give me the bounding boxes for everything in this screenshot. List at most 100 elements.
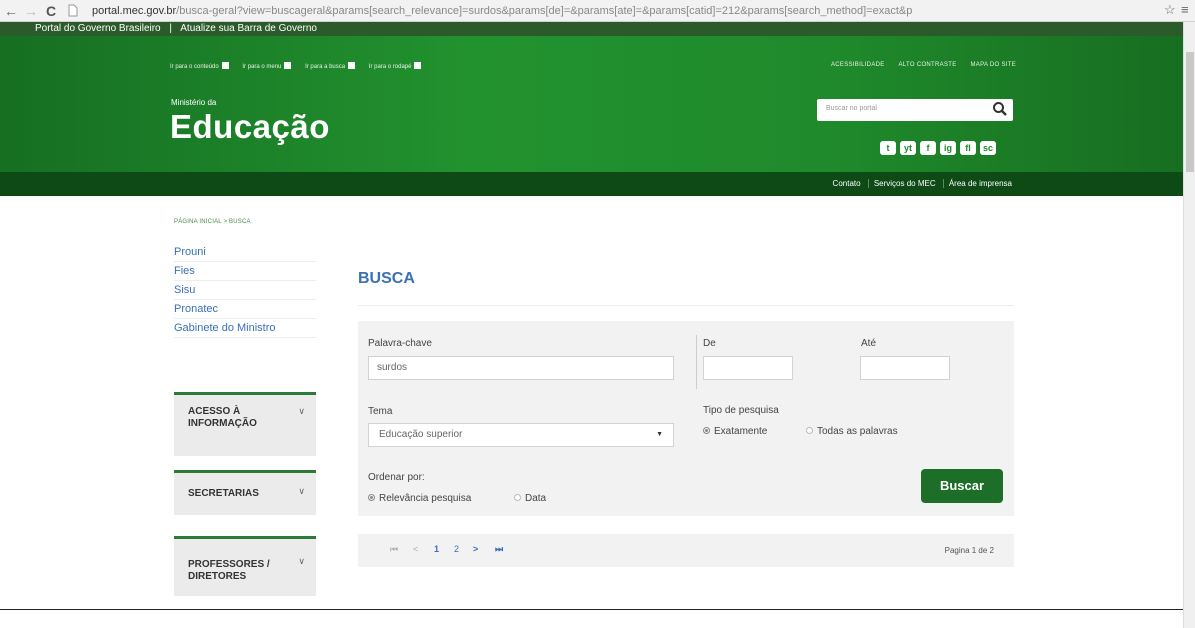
last-page-icon[interactable]: ⏭ — [495, 544, 503, 555]
gov-portal-link[interactable]: Portal do Governo Brasileiro — [35, 23, 161, 34]
first-page-icon[interactable]: ⏮ — [390, 544, 398, 555]
url-host: portal.mec.gov.br — [92, 5, 177, 17]
menu-icon[interactable]: ≡ — [1181, 1, 1189, 19]
search-type-label: Tipo de pesquisa — [703, 405, 779, 416]
sidebar-menu: Prouni Fies Sisu Pronatec Gabinete do Mi… — [174, 243, 316, 338]
radio-label: Todas as palavras — [817, 426, 898, 437]
soundcloud-icon[interactable]: sc — [980, 141, 996, 155]
breadcrumb[interactable]: PÁGINA INICIAL > BUSCA — [174, 219, 251, 225]
sidebar-item-sisu[interactable]: Sisu — [174, 281, 316, 300]
youtube-icon[interactable]: yt — [900, 141, 916, 155]
theme-label: Tema — [368, 406, 393, 417]
skip-links: Ir para o conteúdo Ir para o menu Ir par… — [170, 62, 433, 70]
chevron-down-icon: ∨ — [298, 486, 305, 496]
keyword-input[interactable]: surdos — [368, 356, 674, 380]
service-bar: Contato Serviços do MEC Área de imprensa — [0, 172, 1183, 196]
press-link[interactable]: Área de imprensa — [942, 179, 1012, 188]
page-2-link[interactable]: 2 — [454, 544, 459, 554]
star-icon[interactable]: ☆ — [1164, 1, 1176, 19]
accessibility-tools: ACESSIBILIDADE ALTO CONTRASTE MAPA DO SI… — [819, 62, 1016, 68]
page-icon — [68, 3, 78, 21]
order-date-option[interactable]: Data — [514, 493, 546, 504]
contact-link[interactable]: Contato — [828, 179, 861, 188]
page-1-link[interactable]: 1 — [434, 544, 439, 554]
radio-selected-icon — [368, 494, 375, 501]
high-contrast-link[interactable]: ALTO CONTRASTE — [899, 62, 957, 68]
section-label: PROFESSORES / DIRETORES — [188, 559, 270, 582]
gov-separator: | — [169, 23, 173, 34]
dropdown-arrow-icon: ▼ — [656, 431, 663, 438]
search-form: Palavra-chave surdos De Até Tema Educaçã… — [358, 321, 1014, 516]
key-icon — [284, 62, 292, 69]
order-relevance-option[interactable]: Relevância pesquisa — [368, 493, 471, 504]
skip-content-link[interactable]: Ir para o conteúdo — [170, 64, 219, 70]
sidebar-section-access[interactable]: ACESSO À INFORMAÇÃO ∨ — [174, 392, 316, 456]
government-bar: Portal do Governo Brasileiro | Atualize … — [0, 22, 1183, 36]
sidebar-item-gabinete[interactable]: Gabinete do Ministro — [174, 319, 316, 338]
sidebar-item-pronatec[interactable]: Pronatec — [174, 300, 316, 319]
radio-label: Exatamente — [714, 426, 768, 437]
page-info: Pagina 1 de 2 — [944, 546, 994, 555]
radio-selected-icon — [703, 427, 710, 434]
search-placeholder: Buscar no portal — [826, 105, 877, 112]
from-date-input[interactable] — [703, 356, 793, 380]
portal-search-input[interactable]: Buscar no portal — [817, 99, 1013, 121]
key-icon — [348, 62, 356, 69]
radio-label: Data — [525, 493, 547, 504]
chevron-down-icon: ∨ — [298, 406, 305, 416]
flickr-icon[interactable]: fl — [960, 141, 976, 155]
radio-icon — [514, 494, 521, 501]
page-title: BUSCA — [358, 270, 415, 287]
sidebar-item-fies[interactable]: Fies — [174, 262, 316, 281]
search-icon[interactable] — [992, 101, 1008, 117]
sidebar-section-professores[interactable]: PROFESSORES / DIRETORES ∨ — [174, 536, 316, 596]
facebook-icon[interactable]: f — [920, 141, 936, 155]
theme-select[interactable]: Educação superior ▼ — [368, 423, 674, 447]
section-label: ACESSO À INFORMAÇÃO — [188, 406, 257, 429]
services-link[interactable]: Serviços do MEC — [867, 179, 936, 188]
search-type-all-option[interactable]: Todas as palavras — [806, 426, 898, 437]
divider — [0, 609, 1183, 610]
key-icon — [414, 62, 422, 69]
instagram-icon[interactable]: ig — [940, 141, 956, 155]
radio-label: Relevância pesquisa — [379, 493, 472, 504]
to-date-input[interactable] — [860, 356, 950, 380]
twitter-icon[interactable]: t — [880, 141, 896, 155]
browser-toolbar: ← → C portal.mec.gov.br/busca-geral?view… — [0, 0, 1195, 22]
order-label: Ordenar por: — [368, 472, 425, 483]
radio-icon — [806, 427, 813, 434]
gov-update-link[interactable]: Atualize sua Barra de Governo — [180, 23, 317, 34]
vertical-scrollbar[interactable] — [1183, 22, 1195, 628]
key-icon — [221, 62, 229, 69]
social-links: t yt f ig fl sc — [880, 141, 996, 155]
skip-menu-link[interactable]: Ir para o menu — [242, 64, 281, 70]
forward-icon[interactable]: → — [24, 2, 38, 20]
next-page-icon[interactable]: > — [473, 544, 478, 554]
search-button[interactable]: Buscar — [921, 469, 1003, 503]
address-bar[interactable]: portal.mec.gov.br/busca-geral?view=busca… — [92, 2, 1170, 20]
to-label: Até — [861, 338, 877, 349]
back-icon[interactable]: ← — [4, 2, 18, 20]
sidebar-section-secretarias[interactable]: SECRETARIAS ∨ — [174, 470, 316, 515]
site-header: Ir para o conteúdo Ir para o menu Ir par… — [0, 36, 1183, 172]
from-label: De — [703, 338, 716, 349]
pagination: ⏮ < 1 2 > ⏭ Pagina 1 de 2 — [358, 534, 1014, 567]
accessibility-link[interactable]: ACESSIBILIDADE — [831, 62, 885, 68]
skip-footer-link[interactable]: Ir para o rodapé — [369, 64, 412, 70]
ministry-label: Ministério da — [171, 98, 217, 107]
skip-search-link[interactable]: Ir para a busca — [305, 64, 345, 70]
divider — [358, 305, 1014, 306]
section-label: SECRETARIAS — [188, 488, 259, 499]
sidebar-item-prouni[interactable]: Prouni — [174, 243, 316, 262]
site-title[interactable]: Educação — [170, 108, 330, 146]
site-map-link[interactable]: MAPA DO SITE — [971, 62, 1017, 68]
prev-page-icon[interactable]: < — [413, 544, 418, 554]
search-type-exact-option[interactable]: Exatamente — [703, 426, 767, 437]
reload-icon[interactable]: C — [46, 2, 56, 20]
chevron-down-icon: ∨ — [298, 556, 305, 566]
scrollbar-thumb[interactable] — [1186, 52, 1194, 172]
divider — [696, 335, 697, 389]
theme-selected-value: Educação superior — [379, 429, 463, 440]
keyword-label: Palavra-chave — [368, 338, 432, 349]
url-path: /busca-geral?view=buscageral&params[sear… — [176, 5, 913, 17]
